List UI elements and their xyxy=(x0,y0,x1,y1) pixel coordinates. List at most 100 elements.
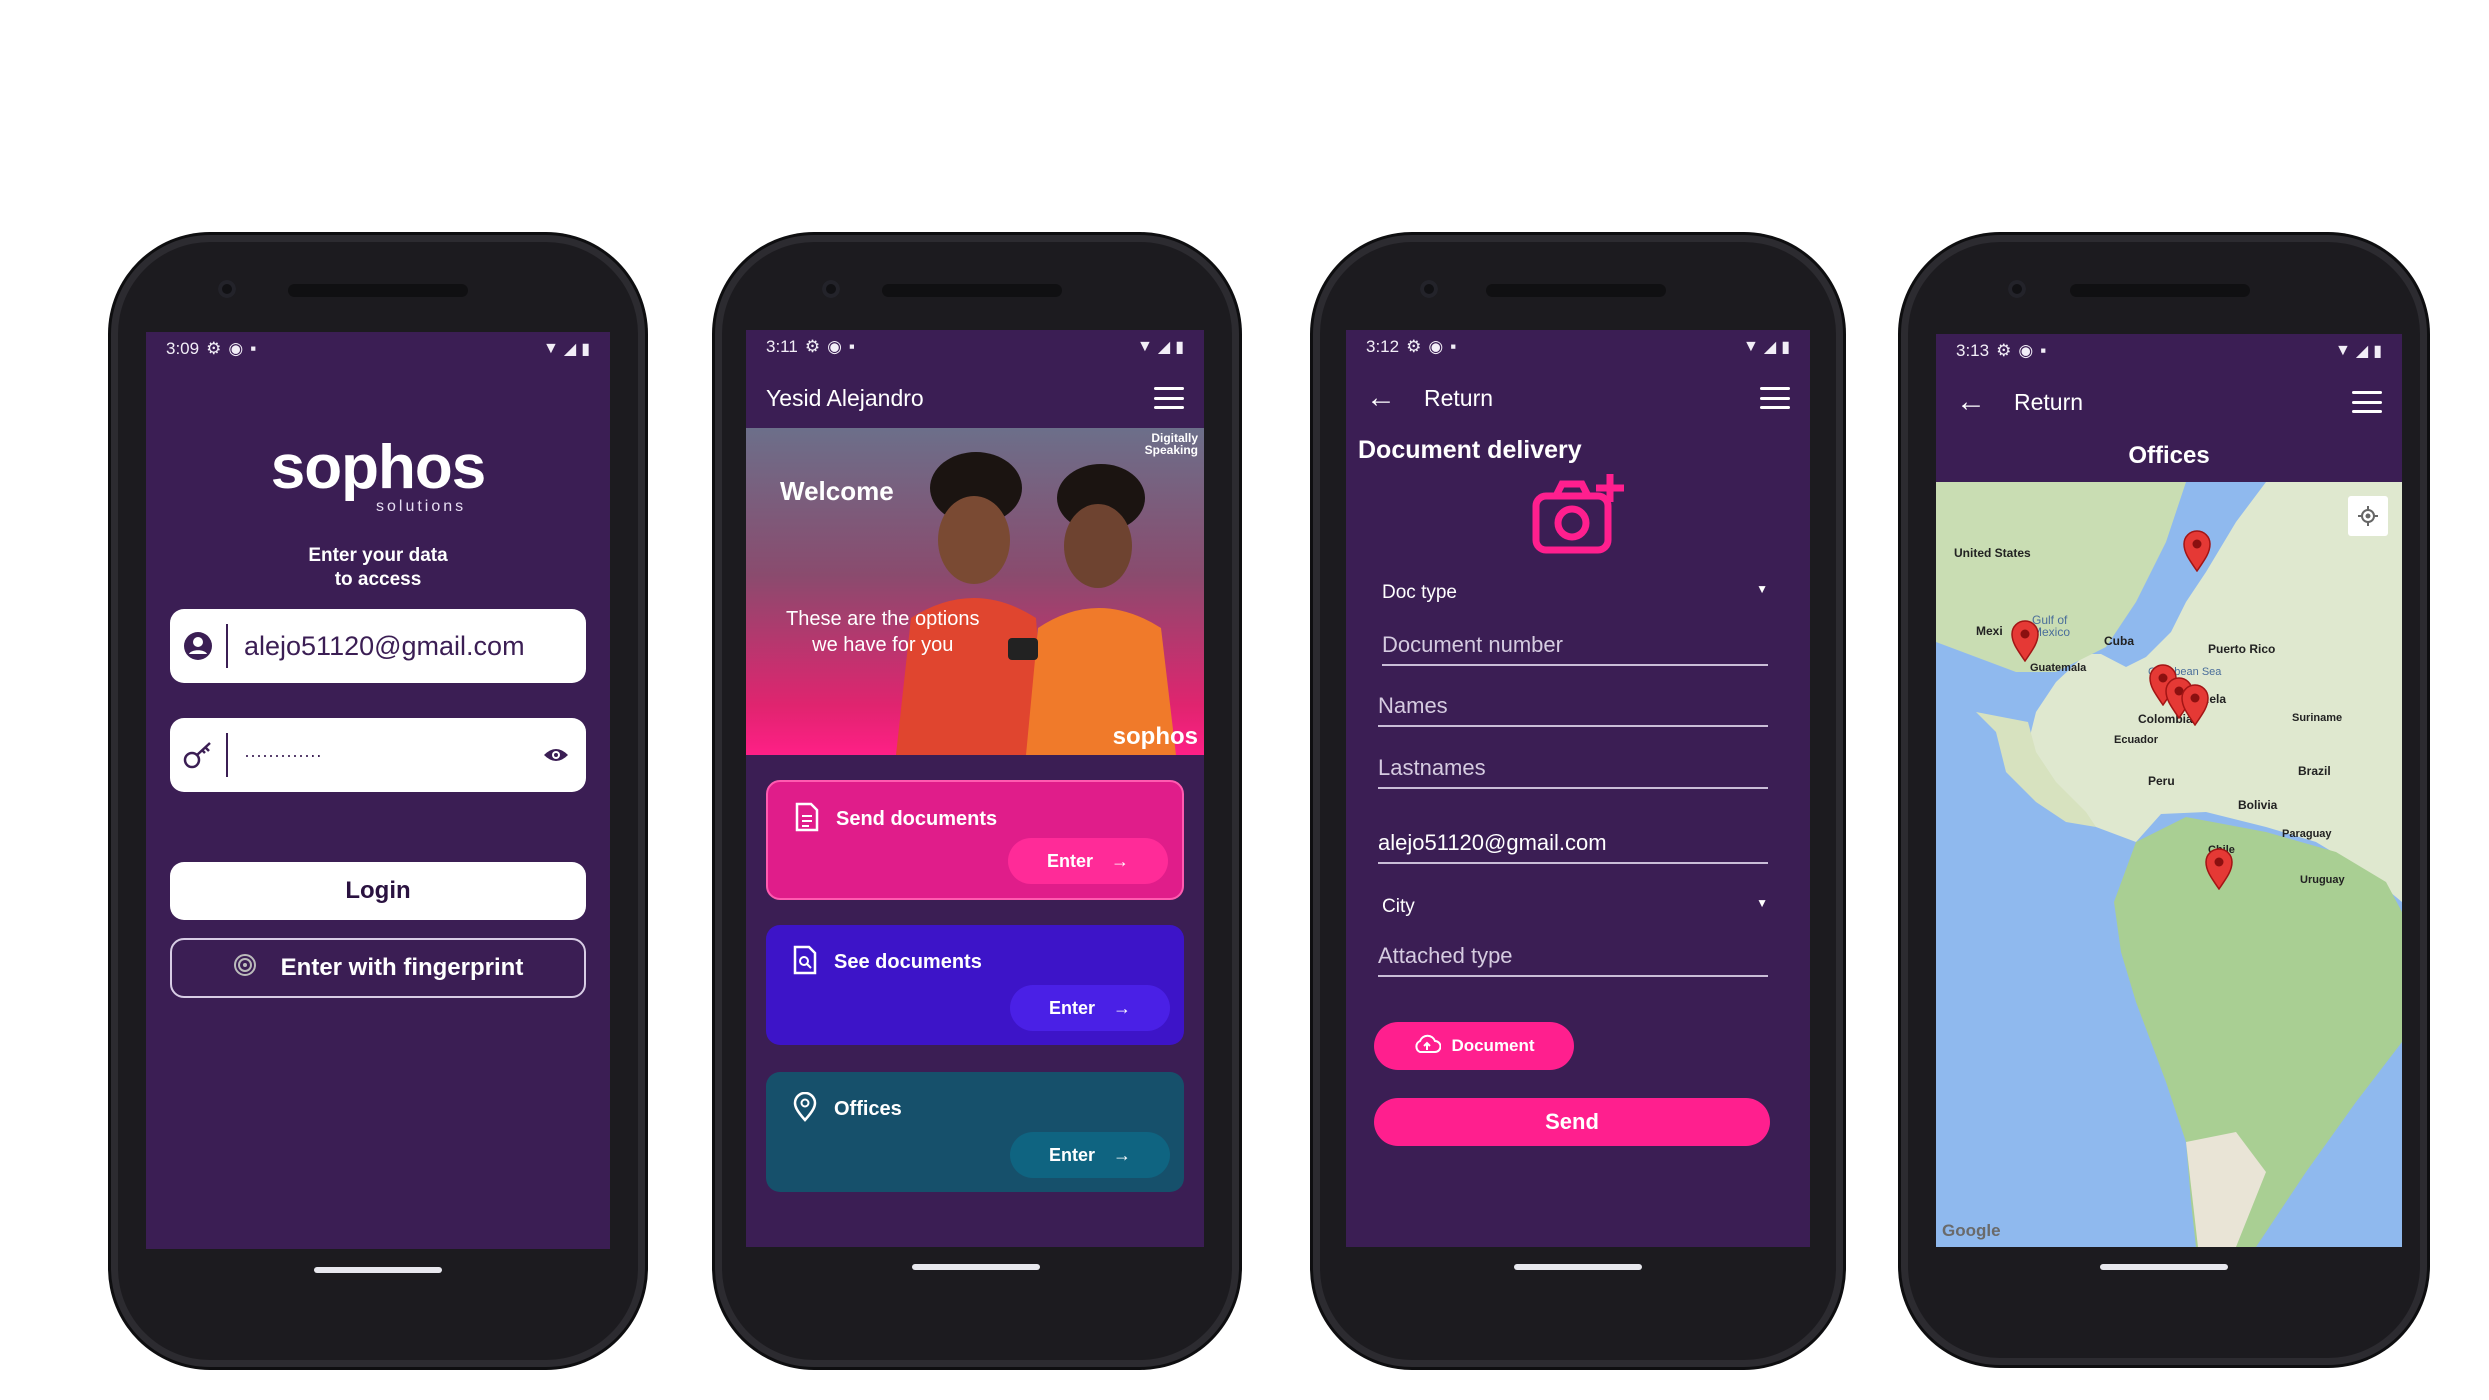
mic-icon: ▪ xyxy=(2040,341,2047,360)
settings-icon: ⚙ xyxy=(206,339,222,358)
battery-icon: ▮ xyxy=(2373,343,2382,360)
arrow-right-icon: → xyxy=(1113,997,1131,1018)
fingerprint-button[interactable]: Enter with fingerprint xyxy=(170,938,586,998)
office-pin-new-york[interactable] xyxy=(2182,530,2212,572)
document-button-label: Document xyxy=(1451,1036,1535,1055)
back-arrow-icon[interactable]: ← xyxy=(1366,383,1396,413)
signal-icon: ◢ xyxy=(2355,343,2369,360)
map-label-mexico: Mexi xyxy=(1976,624,2003,638)
welcome-banner: Digitally Speaking Welcome These are the… xyxy=(746,428,1204,755)
signal-icon: ◢ xyxy=(563,341,577,358)
front-camera xyxy=(1420,280,1438,298)
options-line1: These are the options xyxy=(786,608,980,630)
document-icon xyxy=(794,802,820,837)
phone-home: 3:11 ⚙ ◉ ▪ ▼ ◢ ▮ Yesid Alejandro Digitally Sp… xyxy=(722,242,1232,1360)
offices-map[interactable]: United States Gulf of Mexico Mexi Cuba P… xyxy=(1936,482,2402,1247)
map-label-cuba: Cuba xyxy=(2104,634,2134,648)
document-number-input[interactable]: Document number xyxy=(1382,632,1768,666)
status-bar: 3:13 ⚙ ◉ ▪ ▼ ◢ ▮ xyxy=(1936,334,2402,368)
fingerprint-label: Enter with fingerprint xyxy=(280,954,524,981)
options-text: These are the options we have for you xyxy=(786,606,979,658)
wifi-icon: ▼ xyxy=(543,340,559,357)
map-landmass xyxy=(1936,482,2402,1247)
phone-document-delivery: 3:12 ⚙ ◉ ▪ ▼ ◢ ▮ ← Return Document delivery D… xyxy=(1320,242,1836,1360)
back-label[interactable]: Return xyxy=(2014,389,2352,416)
login-button[interactable]: Login xyxy=(170,862,586,920)
speaker xyxy=(1486,284,1666,297)
map-label-ecuador: Ecuador xyxy=(2114,734,2159,746)
offices-enter-button[interactable]: Enter → xyxy=(1010,1132,1170,1178)
menu-icon[interactable] xyxy=(1154,387,1184,409)
back-arrow-icon[interactable]: ← xyxy=(1956,387,1986,417)
shield-icon: ◉ xyxy=(228,339,244,358)
map-label-united-states: United States xyxy=(1954,546,2031,560)
mic-icon: ▪ xyxy=(1450,337,1457,356)
home-indicator xyxy=(912,1264,1040,1270)
battery-icon: ▮ xyxy=(1175,339,1184,356)
email-input[interactable]: alejo51120@gmail.com xyxy=(1378,830,1768,864)
signal-icon: ◢ xyxy=(1763,339,1777,356)
menu-icon[interactable] xyxy=(2352,391,2382,413)
speaker xyxy=(2070,284,2250,297)
phone-offices: 3:13 ⚙ ◉ ▪ ▼ ◢ ▮ ← Return Offices United Stat… xyxy=(1908,242,2420,1358)
status-time: 3:12 xyxy=(1366,337,1400,356)
settings-icon: ⚙ xyxy=(1406,337,1422,356)
app-bar: ← Return xyxy=(1346,368,1810,428)
doc-type-label: Doc type xyxy=(1382,582,1457,603)
wifi-icon: ▼ xyxy=(1137,338,1153,355)
home-indicator xyxy=(2100,1264,2228,1270)
map-label-paraguay: Paraguay xyxy=(2282,828,2332,840)
shield-icon: ◉ xyxy=(2018,341,2034,360)
see-documents-card[interactable]: See documents Enter → xyxy=(766,925,1184,1045)
shield-icon: ◉ xyxy=(827,337,842,356)
page-title: Offices xyxy=(2128,442,2210,469)
map-label-brazil: Brazil xyxy=(2298,764,2331,778)
my-location-button[interactable] xyxy=(2348,496,2388,536)
status-bar: 3:12 ⚙ ◉ ▪ ▼ ◢ ▮ xyxy=(1346,330,1810,364)
mic-icon: ▪ xyxy=(848,337,855,356)
status-time: 3:11 xyxy=(766,337,798,356)
city-select[interactable]: City ▼ xyxy=(1382,896,1768,918)
office-pin-mexico[interactable] xyxy=(2010,620,2040,662)
home-screen: 3:11 ⚙ ◉ ▪ ▼ ◢ ▮ Yesid Alejandro Digitally Sp… xyxy=(746,330,1204,1247)
arrow-right-icon: → xyxy=(1113,1144,1131,1165)
login-prompt-line1: Enter your data xyxy=(308,545,448,566)
back-label[interactable]: Return xyxy=(1424,385,1760,412)
send-button[interactable]: Send xyxy=(1374,1098,1770,1146)
password-field[interactable]: ············· xyxy=(170,718,586,792)
hero-badge: Digitally Speaking xyxy=(1145,432,1198,456)
speaker xyxy=(882,284,1062,297)
user-icon xyxy=(170,623,228,669)
front-camera xyxy=(218,280,236,298)
enter-label: Enter xyxy=(1048,997,1095,1018)
document-upload-button[interactable]: Document xyxy=(1374,1022,1574,1070)
app-bar: ← Return xyxy=(1936,372,2402,432)
sophos-logo-sub: solutions xyxy=(376,498,467,515)
send-documents-enter-button[interactable]: Enter → xyxy=(1008,838,1168,884)
location-pin-icon xyxy=(792,1091,818,1127)
add-photo-icon[interactable] xyxy=(1532,472,1626,561)
enter-label: Enter xyxy=(1046,850,1093,871)
crosshair-icon xyxy=(2358,506,2378,526)
send-documents-card[interactable]: Send documents Enter → xyxy=(766,780,1184,900)
see-documents-enter-button[interactable]: Enter → xyxy=(1010,985,1170,1031)
settings-icon: ⚙ xyxy=(1996,341,2012,360)
document-screen: 3:12 ⚙ ◉ ▪ ▼ ◢ ▮ ← Return Document delivery D… xyxy=(1346,330,1810,1247)
signal-icon: ◢ xyxy=(1157,339,1171,356)
menu-icon[interactable] xyxy=(1760,387,1790,409)
speaker xyxy=(288,284,468,297)
shield-icon: ◉ xyxy=(1428,337,1444,356)
settings-icon: ⚙ xyxy=(804,337,821,356)
email-field[interactable]: alejo51120@gmail.com xyxy=(170,609,586,683)
office-pin-chile[interactable] xyxy=(2204,848,2234,890)
eye-icon[interactable] xyxy=(526,745,586,765)
offices-card[interactable]: Offices Enter → xyxy=(766,1072,1184,1192)
lastnames-input[interactable]: Lastnames xyxy=(1378,755,1768,789)
attached-type-input[interactable]: Attached type xyxy=(1378,943,1768,977)
names-input[interactable]: Names xyxy=(1378,693,1768,727)
doc-type-select[interactable]: Doc type ▼ xyxy=(1382,582,1768,604)
office-pin-medellin[interactable] xyxy=(2180,684,2210,726)
status-time: 3:13 xyxy=(1956,341,1990,360)
google-logo: Google xyxy=(1942,1221,2001,1240)
map-label-uruguay: Uruguay xyxy=(2300,874,2345,886)
